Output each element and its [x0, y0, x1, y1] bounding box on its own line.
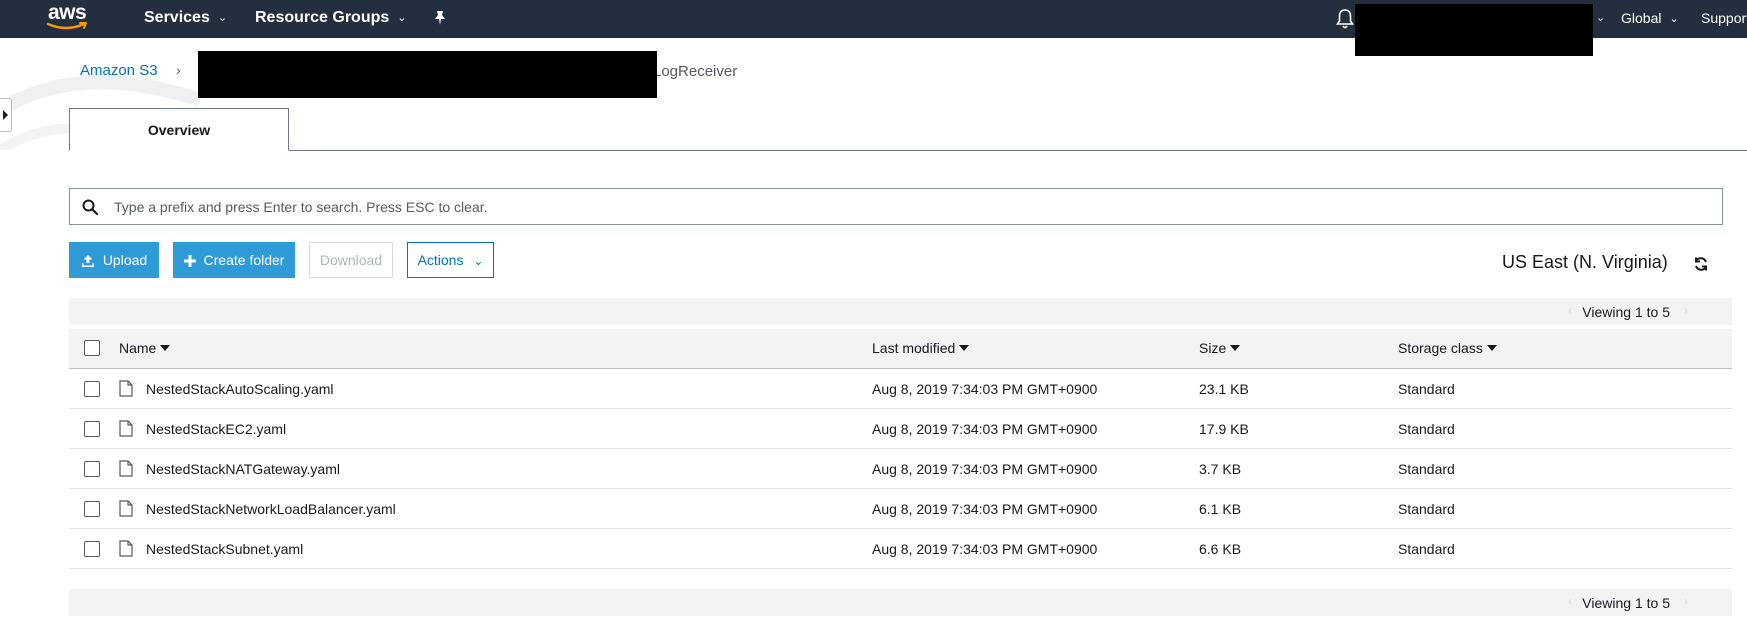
resource-groups-menu-label: Resource Groups — [255, 9, 390, 26]
redacted-account-name — [1355, 4, 1593, 56]
region-global-menu[interactable]: Global ⌄ — [1621, 0, 1679, 38]
file-last-modified: Aug 8, 2019 7:34:03 PM GMT+0900 — [872, 461, 1098, 477]
column-header-name-label: Name — [119, 340, 157, 356]
redacted-bucket-name — [198, 51, 657, 98]
upload-icon — [81, 255, 94, 268]
region-label: US East (N. Virginia) — [1502, 252, 1668, 272]
file-icon — [119, 380, 133, 397]
file-name[interactable]: NestedStackNetworkLoadBalancer.yaml — [146, 501, 396, 517]
search-box — [69, 188, 1723, 225]
tab-overview[interactable]: Overview — [69, 108, 289, 151]
chevron-down-icon: ⌄ — [473, 254, 484, 268]
row-checkbox[interactable] — [84, 381, 100, 397]
pagination-status-top: Viewing 1 to 5 — [1582, 304, 1670, 320]
column-header-size-label: Size — [1199, 340, 1227, 356]
table-row[interactable]: NestedStackAutoScaling.yaml Aug 8, 2019 … — [69, 369, 1732, 409]
pagination-bar-bottom: ‹ Viewing 1 to 5 › — [69, 589, 1732, 616]
file-icon — [119, 540, 133, 557]
file-size: 6.1 KB — [1199, 501, 1242, 517]
plus-icon — [183, 255, 196, 268]
row-checkbox[interactable] — [84, 541, 100, 557]
tabs-divider — [69, 150, 1747, 151]
file-storage-class: Standard — [1398, 541, 1455, 557]
pagination-prev-icon[interactable]: ‹ — [1568, 303, 1572, 317]
sidebar-toggle-icon[interactable] — [0, 98, 12, 132]
file-icon — [119, 460, 133, 477]
file-storage-class: Standard — [1398, 461, 1455, 477]
services-menu-label: Services — [144, 9, 210, 26]
search-icon — [82, 199, 98, 215]
column-header-name[interactable]: Name — [119, 340, 171, 356]
sort-caret-icon — [160, 345, 171, 351]
pagination-next-icon[interactable]: › — [1684, 303, 1688, 317]
table-row[interactable]: NestedStackNetworkLoadBalancer.yaml Aug … — [69, 489, 1732, 529]
table-row[interactable]: NestedStackEC2.yaml Aug 8, 2019 7:34:03 … — [69, 409, 1732, 449]
file-icon — [119, 420, 133, 437]
resource-groups-menu[interactable]: Resource Groups ⌄ — [255, 0, 406, 38]
support-menu-label: Support — [1701, 10, 1747, 26]
file-last-modified: Aug 8, 2019 7:34:03 PM GMT+0900 — [872, 541, 1098, 557]
row-checkbox[interactable] — [84, 501, 100, 517]
column-header-storage-class-label: Storage class — [1398, 340, 1483, 356]
breadcrumb-current-bucket: LogReceiver — [653, 63, 738, 80]
file-last-modified: Aug 8, 2019 7:34:03 PM GMT+0900 — [872, 381, 1098, 397]
support-menu[interactable]: Support — [1701, 0, 1747, 38]
file-icon — [119, 500, 133, 517]
sort-caret-icon — [1486, 345, 1497, 351]
upload-button-label: Upload — [102, 252, 148, 268]
bell-icon[interactable] — [1335, 8, 1355, 30]
column-header-size[interactable]: Size — [1199, 340, 1241, 356]
file-size: 6.6 KB — [1199, 541, 1242, 557]
aws-smile-icon — [46, 22, 87, 30]
file-name[interactable]: NestedStackNATGateway.yaml — [146, 461, 340, 477]
chevron-down-icon: ⌄ — [1596, 12, 1606, 24]
table-header: Name Last modified Size Storage class — [69, 329, 1732, 369]
chevron-down-icon: ⌄ — [1669, 13, 1679, 25]
file-storage-class: Standard — [1398, 501, 1455, 517]
actions-dropdown-label: Actions — [417, 252, 464, 268]
file-size: 3.7 KB — [1199, 461, 1242, 477]
chevron-down-icon: ⌄ — [217, 12, 228, 24]
table-row[interactable]: NestedStackNATGateway.yaml Aug 8, 2019 7… — [69, 449, 1732, 489]
file-size: 17.9 KB — [1199, 421, 1249, 437]
file-last-modified: Aug 8, 2019 7:34:03 PM GMT+0900 — [872, 501, 1098, 517]
select-all-checkbox[interactable] — [84, 340, 100, 356]
pagination-prev-icon[interactable]: ‹ — [1568, 594, 1572, 608]
row-checkbox[interactable] — [84, 461, 100, 477]
actions-dropdown[interactable]: Actions ⌄ — [407, 242, 494, 278]
sort-caret-icon — [959, 345, 970, 351]
file-last-modified: Aug 8, 2019 7:34:03 PM GMT+0900 — [872, 421, 1098, 437]
file-storage-class: Standard — [1398, 421, 1455, 437]
column-header-last-modified-label: Last modified — [872, 340, 956, 356]
file-name[interactable]: NestedStackAutoScaling.yaml — [146, 381, 334, 397]
upload-button[interactable]: Upload — [69, 242, 159, 278]
download-button[interactable]: Download — [309, 242, 393, 278]
file-storage-class: Standard — [1398, 381, 1455, 397]
region-global-label: Global — [1621, 10, 1662, 26]
chevron-down-icon: ⌄ — [397, 12, 407, 24]
breadcrumb: Amazon S3 › LogReceiver — [80, 62, 737, 82]
breadcrumb-separator: › — [176, 62, 181, 78]
file-size: 23.1 KB — [1199, 381, 1249, 397]
pin-icon[interactable] — [431, 9, 449, 27]
create-folder-button-label: Create folder — [203, 252, 285, 268]
row-checkbox[interactable] — [84, 421, 100, 437]
pagination-bar-top: ‹ Viewing 1 to 5 › — [69, 298, 1732, 325]
file-name[interactable]: NestedStackEC2.yaml — [146, 421, 286, 437]
pagination-status-bottom: Viewing 1 to 5 — [1582, 595, 1670, 611]
create-folder-button[interactable]: Create folder — [173, 242, 295, 278]
aws-logo[interactable]: aws — [46, 1, 90, 32]
breadcrumb-amazon-s3-link[interactable]: Amazon S3 — [80, 62, 158, 79]
refresh-icon[interactable] — [1693, 256, 1709, 272]
column-header-last-modified[interactable]: Last modified — [872, 340, 970, 356]
table-row[interactable]: NestedStackSubnet.yaml Aug 8, 2019 7:34:… — [69, 529, 1732, 569]
sort-caret-icon — [1230, 345, 1241, 351]
column-header-storage-class[interactable]: Storage class — [1398, 340, 1497, 356]
search-input[interactable] — [114, 194, 1704, 220]
pagination-next-icon[interactable]: › — [1684, 594, 1688, 608]
services-menu[interactable]: Services ⌄ — [144, 0, 227, 38]
file-name[interactable]: NestedStackSubnet.yaml — [146, 541, 303, 557]
